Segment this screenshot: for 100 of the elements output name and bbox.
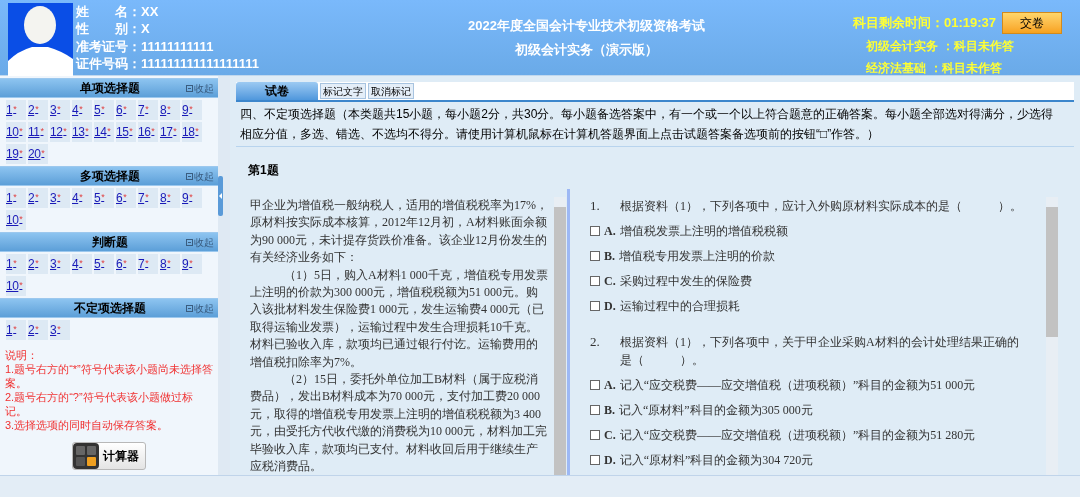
- option[interactable]: A. 记入“应交税费——应交增值税（进项税额）”科目的金额为51 000元: [590, 376, 1026, 394]
- minus-box-icon: [186, 84, 193, 92]
- question-link[interactable]: 2*: [28, 100, 48, 120]
- instructions-text: 四、不定项选择题（本类题共15小题，每小题2分，共30分。每小题备选答案中，有一个或一个以上符合题意的正确答案。每小题全部选对得满分，少选得相应分值，多选、错选、不选均不得分。请使用计算机鼠标在计算机答题界面上点击试题答案备选项前的按钮“□”作答。）: [236, 102, 1074, 147]
- option[interactable]: B. 增值税专用发票上注明的价款: [590, 247, 1026, 265]
- question-link[interactable]: 7*: [138, 188, 158, 208]
- subject-name: 初级会计实务: [866, 38, 938, 55]
- question-link[interactable]: 2*: [28, 254, 48, 274]
- question-link[interactable]: 3*: [50, 320, 70, 340]
- option[interactable]: A. 增值税发票上注明的增值税税额: [590, 222, 1026, 240]
- checkbox[interactable]: [590, 430, 600, 440]
- question-link[interactable]: 3*: [50, 100, 70, 120]
- question-stem: 根据资料（1），下列各项中，应计入外购原材料实际成本的是（ ）。: [620, 198, 1022, 215]
- question-link[interactable]: 19*: [6, 144, 26, 164]
- question-link[interactable]: 15*: [116, 122, 136, 142]
- question-link[interactable]: 7*: [138, 100, 158, 120]
- question-link[interactable]: 9*: [182, 254, 202, 274]
- question-link[interactable]: 3*: [50, 188, 70, 208]
- question-link[interactable]: 5*: [94, 188, 114, 208]
- option-letter: D.: [604, 452, 616, 469]
- question-link[interactable]: 3*: [50, 254, 70, 274]
- question-link[interactable]: 5*: [94, 254, 114, 274]
- question-link[interactable]: 14*: [94, 122, 114, 142]
- scrollbar[interactable]: [1046, 197, 1058, 475]
- checkbox[interactable]: [590, 380, 600, 390]
- tab[interactable]: 试卷: [236, 82, 318, 100]
- question-title: 第1题: [247, 162, 280, 179]
- question-link[interactable]: 2*: [28, 320, 48, 340]
- note-text: 3.选择选项的同时自动保存答案。: [5, 418, 170, 432]
- toolbar-button[interactable]: 标记文字: [320, 83, 366, 99]
- question-link[interactable]: 13*: [72, 122, 92, 142]
- option-text: 记入“原材料”科目的金额为304 720元: [619, 452, 814, 469]
- question-link[interactable]: 20*: [28, 144, 48, 164]
- question-link[interactable]: 4*: [72, 188, 92, 208]
- note-text: 2.题号右方的“?”符号代表该小题做过标记。: [5, 390, 194, 418]
- checkbox[interactable]: [590, 276, 600, 286]
- question-link[interactable]: 2*: [28, 188, 48, 208]
- option-letter: A.: [604, 223, 616, 240]
- question-link[interactable]: 5*: [94, 100, 114, 120]
- question-link[interactable]: 12*: [50, 122, 70, 142]
- calculator-button[interactable]: 计算器: [72, 442, 146, 470]
- question-link[interactable]: 8*: [160, 254, 180, 274]
- question-link[interactable]: 9*: [182, 188, 202, 208]
- option-text: 记入“应交税费——应交增值税（进项税额）”科目的金额为51 280元: [619, 427, 976, 444]
- question-link[interactable]: 7*: [138, 254, 158, 274]
- question-link[interactable]: 18*: [182, 122, 202, 142]
- question-link[interactable]: 10*: [6, 210, 26, 230]
- timer-label: 科目剩余时间：: [852, 14, 944, 33]
- question-link[interactable]: 4*: [72, 254, 92, 274]
- question-link[interactable]: 6*: [116, 100, 136, 120]
- material-paragraph: 甲企业为增值税一般纳税人，适用的增值税税率为17%，原材料按实际成本核算，2012年12月初，A材料账面余额为90 000元，未计提存货跌价准备。该企业12月份发生的有关经济业务如下：: [250, 197, 548, 267]
- question-link[interactable]: 1*: [6, 188, 26, 208]
- question-link[interactable]: 16*: [138, 122, 158, 142]
- checkbox[interactable]: [590, 301, 600, 311]
- checkbox[interactable]: [590, 455, 600, 465]
- submit-button[interactable]: 交卷: [1002, 12, 1062, 34]
- checkbox[interactable]: [590, 405, 600, 415]
- section-title: 单项选择题: [79, 80, 141, 97]
- question-stem: 根据资料（1），下列各项中，关于甲企业采购A材料的会计处理结果正确的是（ ）。: [620, 334, 1020, 369]
- option-text: 采购过程中发生的保险费: [619, 273, 752, 290]
- question-link[interactable]: 9*: [182, 100, 202, 120]
- checkbox[interactable]: [590, 226, 600, 236]
- option[interactable]: C. 记入“应交税费——应交增值税（进项税额）”科目的金额为51 280元: [590, 426, 1026, 444]
- option-text: 记入“原材料”科目的金额为305 000元: [619, 402, 813, 419]
- option[interactable]: D. 记入“原材料”科目的金额为304 720元: [590, 451, 1026, 469]
- exam-title: 2022年度全国会计专业技术初级资格考试: [468, 17, 705, 35]
- question-link[interactable]: 10*: [6, 122, 26, 142]
- material-paragraph: （2）15日，委托外单位加工B材料（属于应税消费品），发出B材料成本为70 000元，支付加工费20 000元，取得的增值税专用发票上注明的增值税税额为3 400元，由受托方代收代缴的消费税为10 000元，材料加工完毕验收入库，款项均已支付。材料收回后用于继续生产应税消费品。: [250, 371, 548, 475]
- question-link[interactable]: 1*: [6, 100, 26, 120]
- toolbar-button[interactable]: 取消标记: [368, 83, 414, 99]
- note-text: 说明：: [5, 348, 39, 362]
- collapse-handle-icon[interactable]: [218, 175, 223, 216]
- question-link[interactable]: 1*: [6, 320, 26, 340]
- question-link[interactable]: 11*: [28, 122, 48, 142]
- material-paragraph: （1）5日，购入A材料1 000千克，增值税专用发票上注明的价款为300 000元，增值税税额为51 000元。购入该批材料发生保险费1 000元，发生运输费4 000元（已取得运输业发票），运输过程中发生合理损耗10千克。材料已验收入库，款项均已通过银行付讫。运输费用的增值税扣除率为7%。: [250, 266, 548, 371]
- subject-status: ：科目未作答: [942, 38, 1014, 55]
- question-link[interactable]: 6*: [116, 254, 136, 274]
- subject-name: 经济法基础: [866, 60, 926, 77]
- question-link[interactable]: 1*: [6, 254, 26, 274]
- field-label: 证件号码：: [76, 55, 141, 72]
- question-link[interactable]: 17*: [160, 122, 180, 142]
- question-link[interactable]: 4*: [72, 100, 92, 120]
- question-link[interactable]: 8*: [160, 188, 180, 208]
- option[interactable]: B. 记入“原材料”科目的金额为305 000元: [590, 401, 1026, 419]
- field-value: 111111111111111111: [141, 55, 259, 72]
- option[interactable]: C. 采购过程中发生的保险费: [590, 272, 1026, 290]
- question-link[interactable]: 8*: [160, 100, 180, 120]
- option-text: 增值税发票上注明的增值税税额: [619, 223, 788, 240]
- option-letter: C.: [604, 273, 616, 290]
- scrollbar[interactable]: [554, 197, 566, 475]
- section-title: 不定项选择题: [73, 300, 147, 317]
- option-letter: D.: [604, 298, 616, 315]
- minus-box-icon: [186, 238, 193, 246]
- option-text: 记入“应交税费——应交增值税（进项税额）”科目的金额为51 000元: [619, 377, 976, 394]
- field-value: 11111111111: [141, 37, 214, 55]
- checkbox[interactable]: [590, 251, 600, 261]
- question-link[interactable]: 10*: [6, 276, 26, 296]
- option[interactable]: D. 运输过程中的合理损耗: [590, 297, 1026, 315]
- question-link[interactable]: 6*: [116, 188, 136, 208]
- exam-title: 初级会计实务（演示版）: [515, 40, 658, 59]
